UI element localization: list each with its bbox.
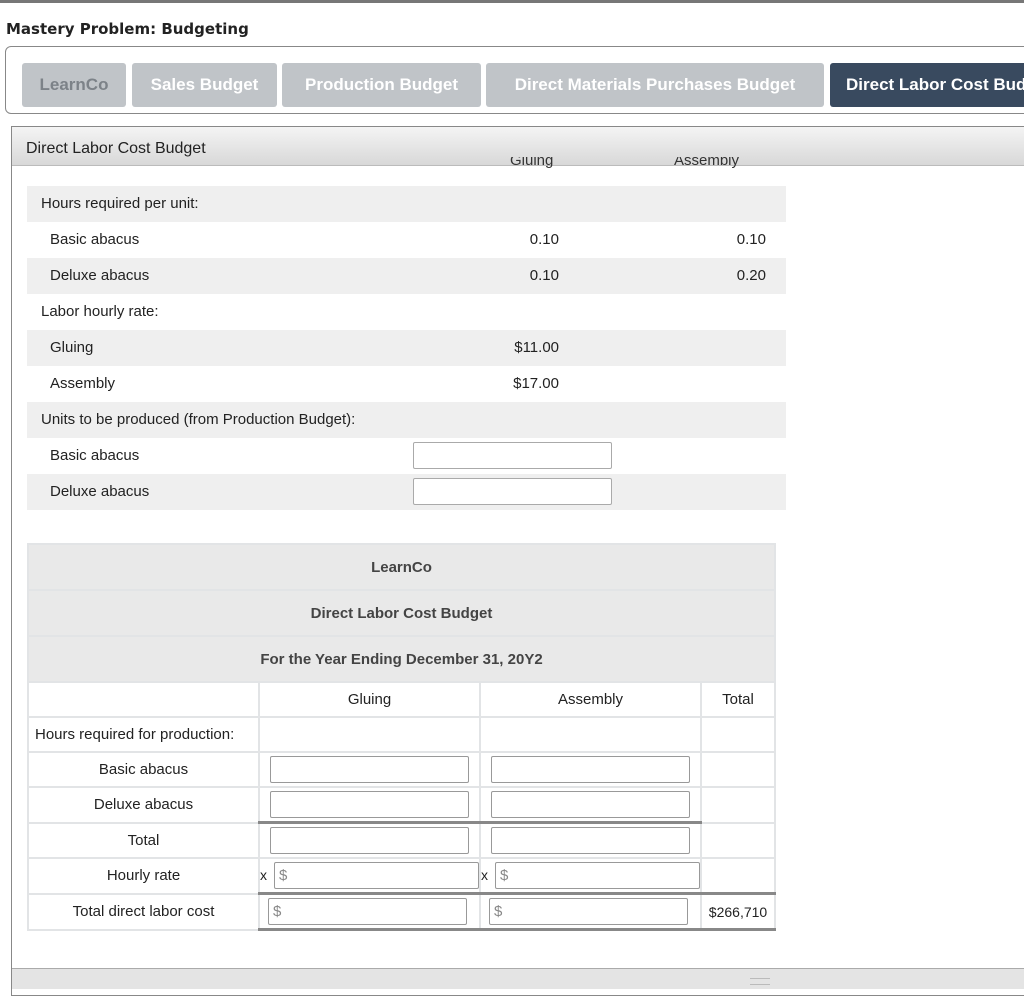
row-label: Gluing [50,339,94,356]
col-assembly: Assembly [479,681,702,718]
assembly-basic-hours-input[interactable] [491,756,690,783]
empty-cell [258,716,481,753]
column-header-assembly: Assembly [674,157,740,169]
table-row: Hours required per unit: [27,186,786,222]
assembly-value: 0.20 [736,267,766,284]
cell [479,786,702,824]
empty-cell [700,857,776,895]
tab-direct-labor-cost-budget[interactable]: Direct Labor Cost Budget [830,63,1024,107]
cell: $ [258,892,481,931]
window-top-border [0,0,1024,3]
cell: x $ [258,857,481,895]
col-total: Total [700,681,776,718]
table-row: Deluxe abacus [27,474,786,510]
cell [258,751,481,788]
row-label: Total direct labor cost [27,892,260,931]
assembly-value: 0.10 [736,231,766,248]
empty-cell [27,681,260,718]
tab-production-budget[interactable]: Production Budget [282,63,481,107]
assembly-cost-input[interactable]: $ [489,898,688,925]
multiply-sign: x [481,867,488,883]
assembly-deluxe-hours-input[interactable] [491,791,690,818]
table-row: Deluxe abacus 0.10 0.20 [27,258,786,294]
cell: $ [479,892,702,931]
table-row: Gluing $11.00 [27,330,786,366]
empty-cell [479,716,702,753]
budget-table: LearnCo Direct Labor Cost Budget For the… [27,543,776,931]
row-label: Hours required per unit: [41,195,199,212]
row-label: Hours required for production: [27,716,260,753]
cell [479,751,702,788]
tab-sales-budget[interactable]: Sales Budget [132,63,277,107]
assembly-rate-input[interactable]: $ [495,862,700,889]
row-label: Basic abacus [50,231,140,248]
table-row: Basic abacus [27,438,786,474]
cell: x $ [479,857,702,895]
row-label: Labor hourly rate: [41,303,159,320]
row-label: Deluxe abacus [27,786,260,824]
gluing-total-hours-input[interactable] [270,827,469,854]
dollar-sign: $ [273,903,282,920]
units-basic-input[interactable] [413,442,612,469]
table-row: Units to be produced (from Production Bu… [27,402,786,438]
total-cost-value: $266,710 [700,892,776,931]
grip-icon[interactable] [750,978,770,985]
table-row: Basic abacus 0.10 0.10 [27,222,786,258]
gluing-cost-input[interactable]: $ [268,898,467,925]
empty-cell [700,786,776,824]
gluing-deluxe-hours-input[interactable] [270,791,469,818]
gluing-value: 0.10 [529,231,559,248]
empty-cell [700,821,776,859]
gluing-value: $11.00 [514,339,559,356]
table-row: Labor hourly rate: [27,294,786,330]
multiply-sign: x [260,867,267,883]
gluing-basic-hours-input[interactable] [270,756,469,783]
col-gluing: Gluing [258,681,481,718]
table-row: Assembly $17.00 [27,366,786,402]
row-label: Units to be produced (from Production Bu… [41,411,356,428]
resize-bar[interactable] [12,968,1024,989]
row-label: Total [27,821,260,859]
row-label: Hourly rate [27,857,260,895]
dollar-sign: $ [279,867,288,884]
cell [258,821,481,859]
tab-direct-materials-purchases-budget[interactable]: Direct Materials Purchases Budget [486,63,824,107]
column-header-gluing: Gluing [510,157,554,169]
dollar-sign: $ [500,867,509,884]
gluing-value: 0.10 [529,267,559,284]
page-title: Mastery Problem: Budgeting [6,20,249,38]
dollar-sign: $ [494,903,503,920]
row-label: Deluxe abacus [50,483,150,500]
cell [258,786,481,824]
budget-name: Direct Labor Cost Budget [27,589,776,637]
empty-cell [700,716,776,753]
tab-learnco[interactable]: LearnCo [22,63,126,107]
row-label: Deluxe abacus [50,267,150,284]
budget-period: For the Year Ending December 31, 20Y2 [27,635,776,683]
budget-company: LearnCo [27,543,776,591]
row-label: Assembly [50,375,116,392]
empty-cell [700,751,776,788]
row-label: Basic abacus [50,447,140,464]
gluing-value: $17.00 [513,375,559,392]
gluing-rate-input[interactable]: $ [274,862,479,889]
units-deluxe-input[interactable] [413,478,612,505]
row-label: Basic abacus [27,751,260,788]
cell [479,821,702,859]
tab-bar: LearnCo Sales Budget Production Budget D… [5,46,1024,114]
assembly-total-hours-input[interactable] [491,827,690,854]
